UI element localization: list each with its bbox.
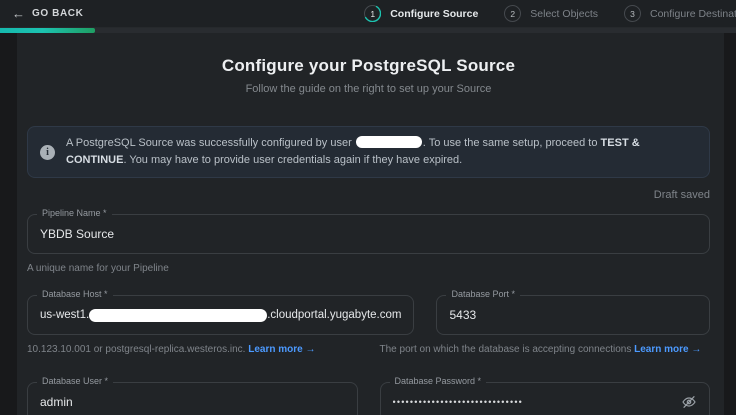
wizard-stepper: 1 Configure Source 2 Select Objects 3 Co… [364,5,736,22]
configure-source-panel: Configure your PostgreSQL Source Follow … [17,33,724,415]
toggle-password-visibility-button[interactable] [681,394,697,410]
draft-saved-status: Draft saved [27,189,710,201]
port-learn-more-link[interactable]: Learn more → [634,344,701,355]
go-back-button[interactable]: ← GO BACK [12,7,83,20]
step-3-number: 3 [630,9,635,19]
info-banner: i A PostgreSQL Source was successfully c… [27,126,710,178]
user-password-row: Database User * admin Database Password … [27,382,710,415]
database-port-group: Database Port * 5433 [436,295,710,335]
database-host-input[interactable]: Database Host * us-west1..cloudportal.yu… [27,295,414,335]
banner-text-before-user: A PostgreSQL Source was successfully con… [66,137,355,149]
step-progress-arc-icon [364,5,381,22]
info-icon: i [40,145,55,160]
step-1-label: Configure Source [390,8,478,20]
step-configure-destination[interactable]: 3 Configure Destination [624,5,736,22]
database-password-value: •••••••••••••••••••••••••••••• [393,397,524,407]
database-host-label: Database Host * [37,289,113,299]
database-user-input[interactable]: Database User * admin [27,382,358,415]
database-password-label: Database Password * [390,376,487,386]
step-1-circle: 1 [364,5,381,22]
eye-off-icon [681,394,697,410]
redacted-username [356,136,422,148]
port-helper-text: The port on which the database is accept… [380,344,635,355]
host-port-helpers: 10.123.10.001 or postgresql-replica.west… [27,335,710,355]
database-user-label: Database User * [37,376,113,386]
step-3-circle: 3 [624,5,641,22]
step-configure-source[interactable]: 1 Configure Source [364,5,478,22]
host-learn-more-link[interactable]: Learn more → [248,344,315,355]
database-host-helper: 10.123.10.001 or postgresql-replica.west… [27,344,358,355]
pipeline-name-label: Pipeline Name * [37,208,112,218]
banner-text-after-cta: . You may have to provide user credentia… [123,154,462,166]
step-3-label: Configure Destination [650,8,736,20]
host-helper-text: 10.123.10.001 or postgresql-replica.west… [27,344,248,355]
database-password-input[interactable]: Database Password * ••••••••••••••••••••… [380,382,711,415]
host-value-prefix: us-west1. [40,309,89,321]
back-arrow-icon: ← [12,7,25,20]
database-user-value: admin [40,395,73,409]
page-title: Configure your PostgreSQL Source [27,33,710,76]
host-port-row: Database Host * us-west1..cloudportal.yu… [27,295,710,335]
database-host-group: Database Host * us-west1..cloudportal.yu… [27,295,414,335]
host-value-suffix: .cloudportal.yugabyte.com [267,309,401,321]
database-host-value: us-west1. .cloudportal.yugabyte.com [40,309,401,322]
banner-text-after-user: . To use the same setup, proceed to [423,137,601,149]
pipeline-name-value: YBDB Source [40,227,114,241]
page-subtitle: Follow the guide on the right to set up … [27,83,710,95]
top-bar: ← GO BACK 1 Configure Source 2 Select Ob… [0,0,736,28]
step-2-circle: 2 [504,5,521,22]
redacted-host-segment [89,309,267,322]
database-port-helper: The port on which the database is accept… [380,344,711,355]
go-back-label: GO BACK [32,8,83,19]
database-port-label: Database Port * [446,289,520,299]
info-banner-text: A PostgreSQL Source was successfully con… [66,135,697,169]
database-port-value: 5433 [449,308,476,322]
step-select-objects[interactable]: 2 Select Objects [504,5,598,22]
pipeline-name-helper: A unique name for your Pipeline [27,263,710,274]
step-2-label: Select Objects [530,8,598,20]
pipeline-name-input[interactable]: Pipeline Name * YBDB Source [27,214,710,254]
database-port-input[interactable]: Database Port * 5433 [436,295,710,335]
step-2-number: 2 [510,9,515,19]
